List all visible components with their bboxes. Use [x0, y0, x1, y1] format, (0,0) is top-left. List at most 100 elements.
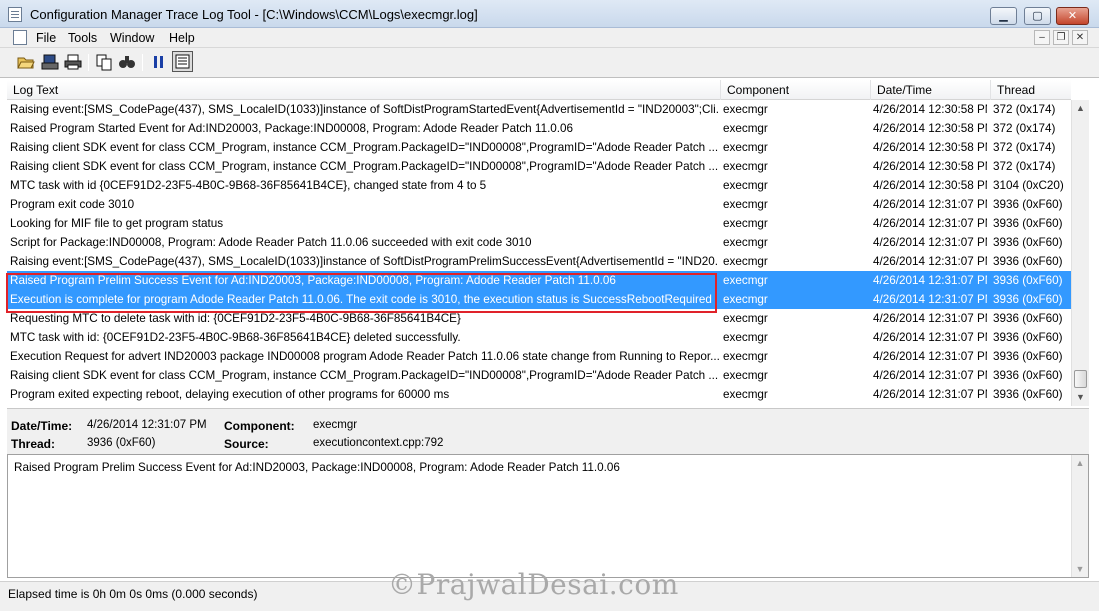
- log-row-text: Looking for MIF file to get program stat…: [10, 217, 224, 230]
- log-message-textbox[interactable]: Raised Program Prelim Success Event for …: [7, 454, 1089, 578]
- log-row-thread: 3936 (0xF60): [993, 350, 1063, 363]
- log-row-thread: 3936 (0xF60): [993, 331, 1063, 344]
- log-row[interactable]: Program exited expecting reboot, delayin…: [7, 385, 1071, 404]
- toolbar: [0, 48, 1099, 78]
- title-bar: Configuration Manager Trace Log Tool - […: [0, 0, 1099, 28]
- log-row[interactable]: Raising client SDK event for class CCM_P…: [7, 366, 1071, 385]
- log-row-datetime: 4/26/2014 12:31:07 PM: [873, 350, 987, 363]
- log-row-text: Raising client SDK event for class CCM_P…: [10, 369, 719, 382]
- log-row-datetime: 4/26/2014 12:30:58 PM: [873, 122, 987, 135]
- mdi-close-button[interactable]: ✕: [1072, 30, 1088, 45]
- log-row-thread: 3936 (0xF60): [993, 236, 1063, 249]
- log-row-datetime: 4/26/2014 12:31:07 PM: [873, 255, 987, 268]
- log-row[interactable]: Raising client SDK event for class CCM_P…: [7, 138, 1071, 157]
- scroll-up-icon[interactable]: ▲: [1072, 100, 1089, 117]
- document-icon[interactable]: [13, 30, 27, 45]
- log-row[interactable]: Raising event:[SMS_CodePage(437), SMS_Lo…: [7, 252, 1071, 271]
- thread-label: Thread:: [11, 437, 56, 451]
- menu-bar: File Tools Window Help – ❐ ✕: [0, 28, 1099, 48]
- menu-help[interactable]: Help: [169, 31, 195, 45]
- log-row[interactable]: Program exit code 3010 execmgr 4/26/2014 1…: [7, 195, 1071, 214]
- log-row-text: Raising event:[SMS_CodePage(437), SMS_Lo…: [10, 255, 719, 268]
- log-document-icon: [8, 7, 22, 22]
- log-row-component: execmgr: [723, 122, 768, 135]
- menu-file[interactable]: File: [36, 31, 56, 45]
- window-title: Configuration Manager Trace Log Tool - […: [30, 7, 478, 22]
- log-row-thread: 3936 (0xF60): [993, 369, 1063, 382]
- log-row-text: Execution Request for advert IND20003 pa…: [10, 350, 719, 363]
- log-row-thread: 3936 (0xF60): [993, 388, 1063, 401]
- log-row-text: Raised Program Started Event for Ad:IND2…: [10, 122, 574, 135]
- log-grid-header: Log Text Component Date/Time Thread: [7, 80, 1071, 100]
- log-grid[interactable]: Raising event:[SMS_CodePage(437), SMS_Lo…: [7, 100, 1071, 406]
- log-row-thread: 372 (0x174): [993, 160, 1056, 173]
- scroll-down-icon[interactable]: ▼: [1072, 561, 1088, 577]
- log-row-component: execmgr: [723, 141, 768, 154]
- log-row-component: execmgr: [723, 103, 768, 116]
- log-row-component: execmgr: [723, 350, 768, 363]
- column-divider[interactable]: [720, 80, 721, 100]
- log-row-thread: 3104 (0xC20): [993, 179, 1064, 192]
- log-row[interactable]: Script for Package:IND00008, Program: Ad…: [7, 233, 1071, 252]
- column-divider[interactable]: [870, 80, 871, 100]
- log-row[interactable]: MTC task with id {0CEF91D2-23F5-4B0C-9B6…: [7, 176, 1071, 195]
- print-preview-icon[interactable]: [41, 53, 59, 71]
- log-row-component: execmgr: [723, 369, 768, 382]
- mdi-restore-button[interactable]: ❐: [1053, 30, 1069, 45]
- log-row-thread: 3936 (0xF60): [993, 217, 1063, 230]
- entry-details-panel: Date/Time: 4/26/2014 12:31:07 PM Compone…: [7, 408, 1089, 454]
- minimize-button[interactable]: ▁: [990, 7, 1017, 25]
- log-row-datetime: 4/26/2014 12:31:07 PM: [873, 274, 987, 287]
- close-button[interactable]: ✕: [1056, 7, 1089, 25]
- component-value: execmgr: [313, 419, 358, 431]
- highlight-view-icon[interactable]: [172, 51, 193, 72]
- maximize-button[interactable]: ▢: [1024, 7, 1051, 25]
- column-divider[interactable]: [990, 80, 991, 100]
- source-value: executioncontext.cpp:792: [313, 437, 444, 449]
- column-header-log-text[interactable]: Log Text: [13, 83, 58, 97]
- log-row[interactable]: Looking for MIF file to get program stat…: [7, 214, 1071, 233]
- log-row[interactable]: Raised Program Started Event for Ad:IND2…: [7, 119, 1071, 138]
- message-scrollbar[interactable]: ▲ ▼: [1071, 455, 1088, 577]
- pause-icon[interactable]: [150, 53, 168, 71]
- log-row-thread: 372 (0x174): [993, 141, 1056, 154]
- log-row-component: execmgr: [723, 331, 768, 344]
- log-row-component: execmgr: [723, 255, 768, 268]
- datetime-value: 4/26/2014 12:31:07 PM: [87, 419, 207, 431]
- print-icon[interactable]: [64, 53, 82, 71]
- mdi-minimize-button[interactable]: –: [1034, 30, 1050, 45]
- open-folder-icon[interactable]: [17, 53, 35, 71]
- log-row-thread: 3936 (0xF60): [993, 198, 1063, 211]
- log-row[interactable]: Raising event:[SMS_CodePage(437), SMS_Lo…: [7, 100, 1071, 119]
- log-row-text: Raising event:[SMS_CodePage(437), SMS_Lo…: [10, 103, 719, 116]
- component-label: Component:: [224, 419, 295, 433]
- log-row-datetime: 4/26/2014 12:31:07 PM: [873, 217, 987, 230]
- log-row[interactable]: Execution Request for advert IND20003 pa…: [7, 347, 1071, 366]
- copy-icon[interactable]: [95, 53, 113, 71]
- log-row[interactable]: Raising client SDK event for class CCM_P…: [7, 157, 1071, 176]
- log-row-component: execmgr: [723, 198, 768, 211]
- column-header-component[interactable]: Component: [727, 83, 789, 97]
- log-row-datetime: 4/26/2014 12:31:07 PM: [873, 236, 987, 249]
- log-grid-scrollbar[interactable]: ▲ ▼: [1071, 100, 1089, 406]
- log-row-thread: 3936 (0xF60): [993, 312, 1063, 325]
- log-row-text: MTC task with id: {0CEF91D2-23F5-4B0C-9B…: [10, 331, 461, 344]
- log-row-text: Script for Package:IND00008, Program: Ad…: [10, 236, 532, 249]
- elapsed-time-text: Elapsed time is 0h 0m 0s 0ms (0.000 seco…: [8, 587, 258, 601]
- column-header-thread[interactable]: Thread: [997, 83, 1035, 97]
- datetime-label: Date/Time:: [11, 419, 73, 433]
- find-icon[interactable]: [118, 53, 136, 71]
- log-row-thread: 3936 (0xF60): [993, 255, 1063, 268]
- scroll-thumb[interactable]: [1074, 370, 1087, 388]
- scroll-down-icon[interactable]: ▼: [1072, 389, 1089, 406]
- scroll-up-icon[interactable]: ▲: [1072, 455, 1088, 471]
- watermark: ©PrajwalDesai.com: [388, 568, 679, 601]
- log-row-thread: 372 (0x174): [993, 122, 1056, 135]
- column-header-datetime[interactable]: Date/Time: [877, 83, 932, 97]
- menu-window[interactable]: Window: [110, 31, 154, 45]
- log-row[interactable]: MTC task with id: {0CEF91D2-23F5-4B0C-9B…: [7, 328, 1071, 347]
- log-row-text: Requesting MTC to delete task with id: {…: [10, 312, 461, 325]
- log-row-datetime: 4/26/2014 12:31:07 PM: [873, 293, 987, 306]
- log-row-component: execmgr: [723, 312, 768, 325]
- menu-tools[interactable]: Tools: [68, 31, 97, 45]
